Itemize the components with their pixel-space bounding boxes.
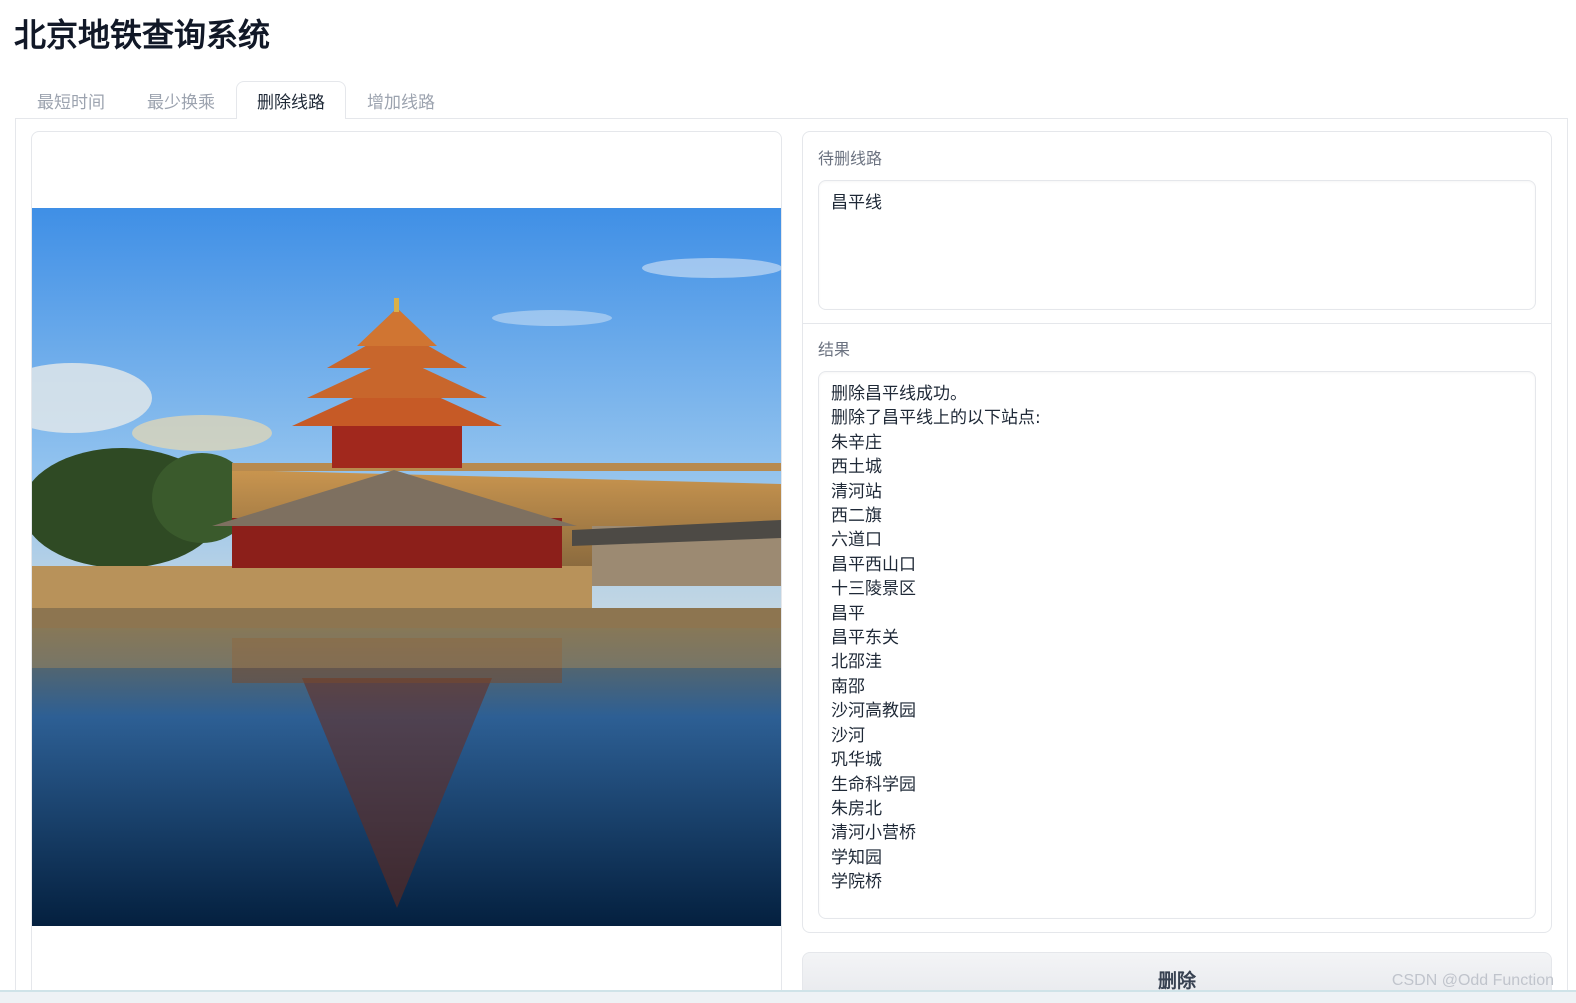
- forbidden-city-photo: [32, 208, 781, 926]
- result-output[interactable]: 删除昌平线成功。 删除了昌平线上的以下站点: 朱辛庄 西土城 清河站 西二旗 六…: [818, 371, 1536, 919]
- tab-delete-line[interactable]: 删除线路: [236, 81, 346, 119]
- result-line: 学院桥: [831, 872, 882, 893]
- result-line: 巩华城: [831, 750, 882, 771]
- result-label: 结果: [818, 340, 851, 359]
- image-panel: [31, 131, 782, 1003]
- result-line: 删除昌平线成功。: [831, 384, 967, 404]
- delete-line-form: 待删线路 昌平线 结果 删除昌平线成功。 删除了昌平线上的以下站点: 朱辛庄 西…: [802, 131, 1552, 933]
- result-line: 昌平西山口: [831, 554, 916, 575]
- bottom-strip: [0, 990, 1576, 1003]
- tab-shortest-time[interactable]: 最短时间: [16, 81, 126, 119]
- result-line: 南邵: [831, 676, 865, 697]
- result-line: 清河小营桥: [831, 823, 916, 844]
- result-line: 朱辛庄: [831, 432, 882, 453]
- result-line: 西二旗: [831, 506, 882, 527]
- line-to-delete-label: 待删线路: [818, 149, 883, 168]
- watermark: CSDN @Odd Function: [1391, 972, 1554, 989]
- result-line: 西土城: [831, 457, 882, 478]
- line-to-delete-value: 昌平线: [831, 193, 882, 213]
- tab-fewest-transfers[interactable]: 最少换乘: [126, 81, 236, 119]
- result-line: 沙河: [831, 725, 865, 746]
- tab-bar: 最短时间 最少换乘 删除线路 增加线路: [16, 81, 456, 119]
- result-line: 删除了昌平线上的以下站点:: [831, 408, 1041, 429]
- page-title: 北京地铁查询系统: [14, 16, 271, 54]
- result-line: 朱房北: [831, 798, 882, 819]
- result-line: 沙河高教园: [831, 701, 916, 722]
- result-line: 昌平东关: [831, 628, 899, 649]
- result-line: 清河站: [831, 481, 882, 502]
- tab-add-line[interactable]: 增加线路: [346, 81, 456, 119]
- result-line: 六道口: [831, 530, 882, 551]
- result-line: 北邵洼: [831, 652, 882, 673]
- form-divider: [803, 323, 1551, 324]
- result-line: 十三陵景区: [831, 579, 916, 600]
- result-line: 生命科学园: [831, 774, 916, 795]
- result-line: 昌平: [831, 603, 865, 624]
- result-line: 学知园: [831, 847, 882, 868]
- line-to-delete-input[interactable]: 昌平线: [818, 180, 1536, 310]
